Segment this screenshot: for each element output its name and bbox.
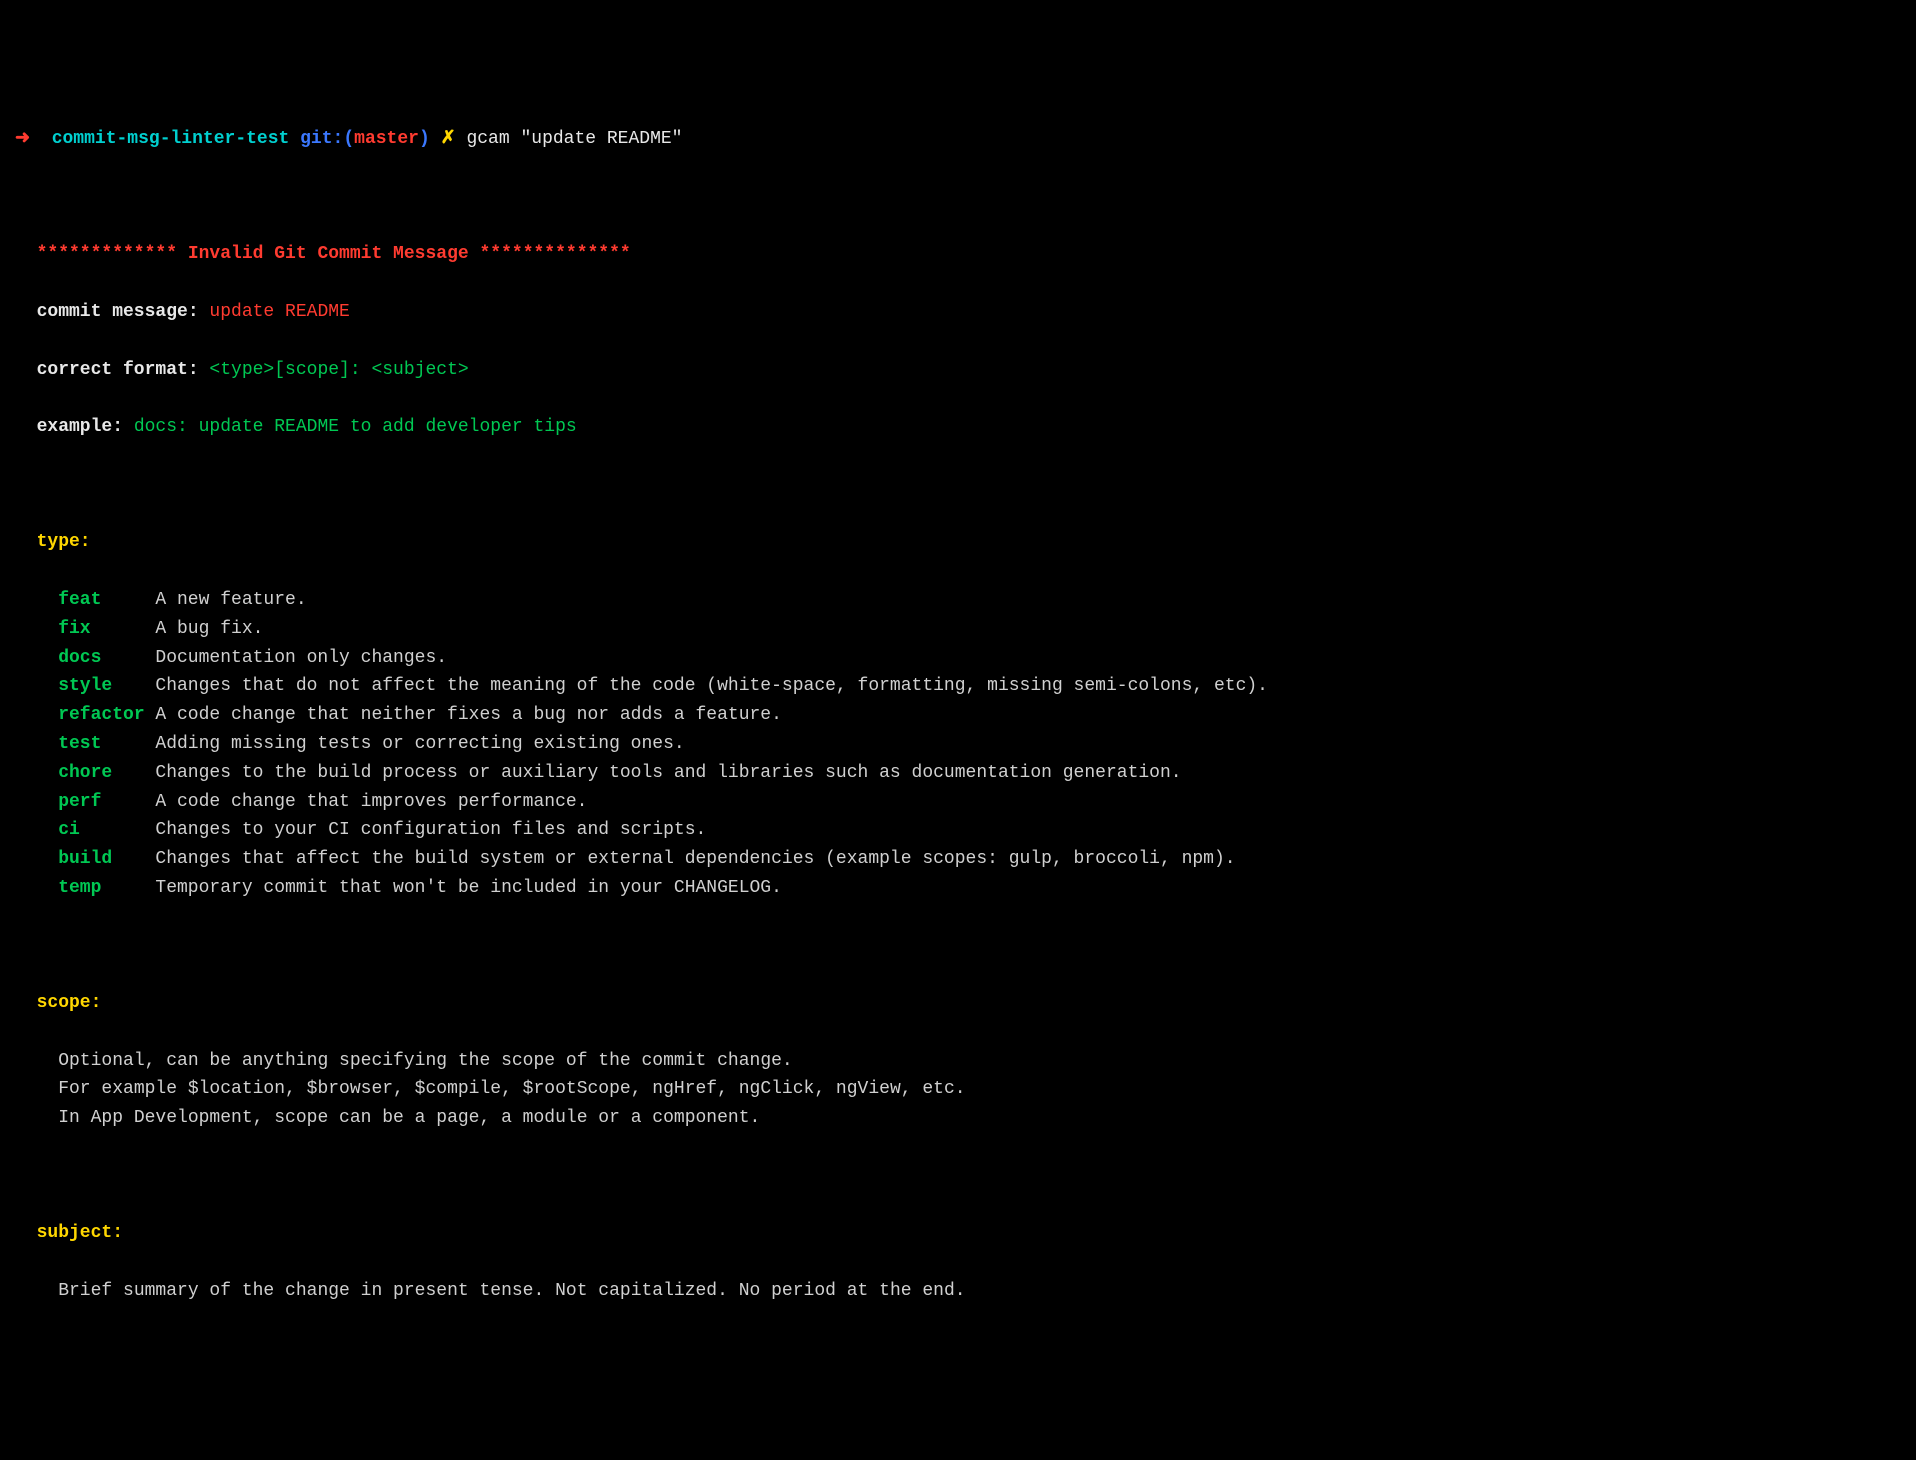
blank-line	[15, 932, 1901, 961]
type-row: choreChanges to the build process or aux…	[15, 759, 1901, 788]
type-desc: Adding missing tests or correcting exist…	[155, 734, 684, 754]
commit-message-label: commit message:	[37, 302, 199, 322]
blank-line	[15, 471, 1901, 500]
correct-format-line: correct format: <type>[scope]: <subject>	[15, 356, 1901, 385]
type-row: buildChanges that affect the build syste…	[15, 845, 1901, 874]
type-desc: A bug fix.	[155, 619, 263, 639]
type-row: ciChanges to your CI configuration files…	[15, 816, 1901, 845]
type-key: build	[58, 845, 155, 874]
type-key: docs	[58, 644, 155, 673]
type-row: styleChanges that do not affect the mean…	[15, 672, 1901, 701]
type-desc: A code change that improves performance.	[155, 792, 587, 812]
prompt-git-label: git:(	[289, 129, 354, 149]
prompt-command: gcam "update README"	[466, 129, 682, 149]
type-desc: Changes to the build process or auxiliar…	[155, 763, 1181, 783]
type-key: feat	[58, 586, 155, 615]
type-list: featA new feature.fixA bug fix.docsDocum…	[15, 586, 1901, 903]
type-key: fix	[58, 615, 155, 644]
type-key: ci	[58, 816, 155, 845]
type-row: tempTemporary commit that won't be inclu…	[15, 874, 1901, 903]
blank-line	[15, 1162, 1901, 1191]
type-desc: Changes that affect the build system or …	[155, 849, 1235, 869]
type-desc: Changes that do not affect the meaning o…	[155, 676, 1268, 696]
correct-format-label: correct format:	[37, 360, 199, 380]
type-row: docsDocumentation only changes.	[15, 644, 1901, 673]
type-row: fixA bug fix.	[15, 615, 1901, 644]
prompt-dir: commit-msg-linter-test	[52, 129, 290, 149]
error-stars-prefix: *************	[37, 244, 188, 264]
prompt-branch: master	[354, 129, 419, 149]
type-key: temp	[58, 874, 155, 903]
type-desc: Temporary commit that won't be included …	[155, 878, 782, 898]
example-label: example:	[37, 417, 123, 437]
scope-list: Optional, can be anything specifying the…	[15, 1047, 1901, 1133]
scope-header: scope:	[15, 989, 1901, 1018]
prompt-git-close: )	[419, 129, 430, 149]
correct-format-value: <type>[scope]: <subject>	[199, 360, 469, 380]
type-row: refactorA code change that neither fixes…	[15, 701, 1901, 730]
scope-line: In App Development, scope can be a page,…	[15, 1104, 1901, 1133]
subject-list: Brief summary of the change in present t…	[15, 1277, 1901, 1306]
example-value: docs: update README to add developer tip…	[123, 417, 577, 437]
prompt-dirty-icon: ✗	[430, 129, 467, 149]
type-desc: A code change that neither fixes a bug n…	[155, 705, 782, 725]
type-desc: Changes to your CI configuration files a…	[155, 820, 706, 840]
prompt-line[interactable]: ➜ commit-msg-linter-test git:(master) ✗ …	[15, 125, 1901, 154]
scope-line: For example $location, $browser, $compil…	[15, 1075, 1901, 1104]
type-key: perf	[58, 788, 155, 817]
type-key: refactor	[58, 701, 155, 730]
type-row: perfA code change that improves performa…	[15, 788, 1901, 817]
type-desc: Documentation only changes.	[155, 648, 447, 668]
commit-message-value: update README	[199, 302, 350, 322]
type-key: style	[58, 672, 155, 701]
type-key: chore	[58, 759, 155, 788]
error-title: Invalid Git Commit Message	[188, 244, 469, 264]
subject-line: Brief summary of the change in present t…	[15, 1277, 1901, 1306]
type-row: featA new feature.	[15, 586, 1901, 615]
example-line: example: docs: update README to add deve…	[15, 413, 1901, 442]
commit-message-line: commit message: update README	[15, 298, 1901, 327]
subject-header: subject:	[15, 1219, 1901, 1248]
blank-line	[15, 183, 1901, 212]
prompt-arrow-icon: ➜	[15, 129, 52, 149]
type-row: testAdding missing tests or correcting e…	[15, 730, 1901, 759]
scope-line: Optional, can be anything specifying the…	[15, 1047, 1901, 1076]
type-key: test	[58, 730, 155, 759]
error-stars-suffix: **************	[469, 244, 631, 264]
type-header: type:	[15, 528, 1901, 557]
type-desc: A new feature.	[155, 590, 306, 610]
error-title-line: ************* Invalid Git Commit Message…	[15, 240, 1901, 269]
